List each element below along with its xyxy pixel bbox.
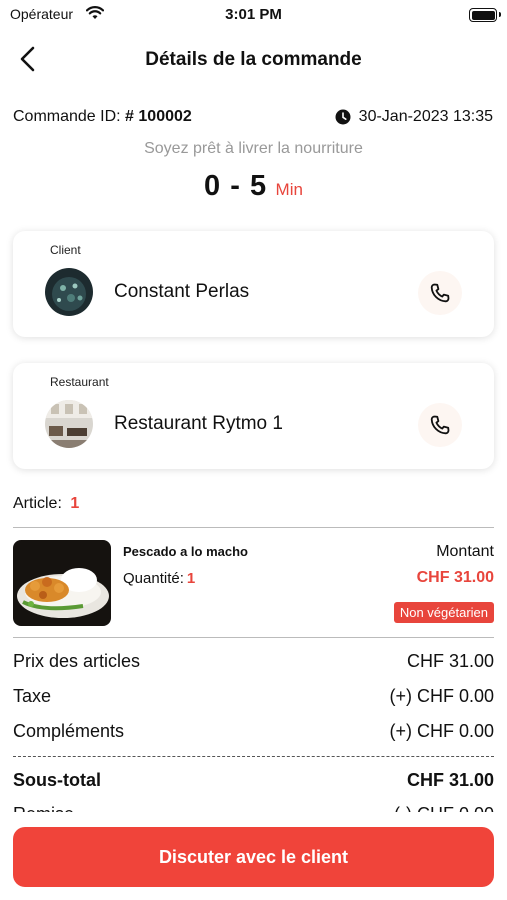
article-label: Article:	[13, 495, 62, 512]
summary-label: Taxe	[13, 686, 52, 706]
summary-value: (+) CHF 0.00	[389, 721, 494, 741]
call-client-button[interactable]	[418, 271, 462, 315]
summary-row-subtotal: Sous-total CHF 31.00	[13, 770, 494, 791]
restaurant-name: Restaurant Rytmo 1	[114, 413, 283, 434]
subtotal-label: Sous-total	[13, 770, 101, 790]
client-name: Constant Perlas	[114, 281, 250, 302]
article-count-value: 1	[70, 495, 80, 512]
dashed-divider	[13, 756, 494, 757]
quantity-value: 1	[186, 570, 196, 587]
restaurant-avatar	[45, 400, 93, 448]
divider	[13, 637, 494, 638]
eta-range: 0 - 5	[204, 170, 268, 202]
client-avatar	[45, 268, 93, 316]
page-title: Détails de la commande	[145, 49, 362, 70]
phone-icon	[430, 283, 450, 303]
summary-row-addons: Compléments (+) CHF 0.00	[13, 721, 494, 742]
client-label: Client	[50, 243, 81, 257]
client-card: Client Constant Perlas	[13, 231, 494, 337]
order-datetime-text: 30-Jan-2023 13:35	[358, 108, 493, 125]
summary-row-items-price: Prix des articles CHF 31.00	[13, 651, 494, 672]
order-id-value: # 100002	[125, 108, 192, 125]
item-name: Pescado a lo macho	[123, 544, 248, 559]
amount-label: Montant	[436, 543, 494, 560]
summary-row-tax: Taxe (+) CHF 0.00	[13, 686, 494, 707]
eta: 0 - 5 Min	[0, 170, 507, 203]
restaurant-label: Restaurant	[50, 375, 109, 389]
quantity-label: Quantité:	[123, 570, 184, 587]
summary-label: Prix des articles	[13, 651, 141, 671]
subtotal-value: CHF 31.00	[406, 770, 494, 790]
battery-icon	[469, 8, 501, 22]
prepare-message: Soyez prêt à livrer la nourriture	[144, 140, 363, 157]
status-bar: Opérateur 3:01 PM	[0, 0, 507, 30]
summary-value: CHF 31.00	[406, 651, 494, 671]
order-id: Commande ID: # 100002	[13, 108, 192, 126]
status-time: 3:01 PM	[225, 6, 282, 23]
phone-icon	[430, 415, 450, 435]
clock-icon	[335, 109, 351, 125]
amount-value: CHF 31.00	[416, 569, 494, 586]
non-vegetarian-badge: Non végétarien	[393, 602, 494, 623]
eta-unit: Min	[275, 180, 303, 199]
scroll-mask	[0, 812, 507, 826]
summary-value: (+) CHF 0.00	[389, 686, 494, 706]
divider	[13, 527, 494, 528]
food-image	[13, 540, 111, 626]
chat-with-client-button[interactable]: Discuter avec le client	[13, 827, 494, 887]
order-datetime: 30-Jan-2023 13:35	[335, 108, 493, 126]
article-count: Article: 1	[13, 495, 79, 513]
order-id-label: Commande ID:	[13, 108, 121, 125]
restaurant-card: Restaurant Restaurant Rytmo 1	[13, 363, 494, 469]
summary-label: Compléments	[13, 721, 125, 741]
item-quantity: Quantité: 1	[123, 570, 195, 587]
call-restaurant-button[interactable]	[418, 403, 462, 447]
